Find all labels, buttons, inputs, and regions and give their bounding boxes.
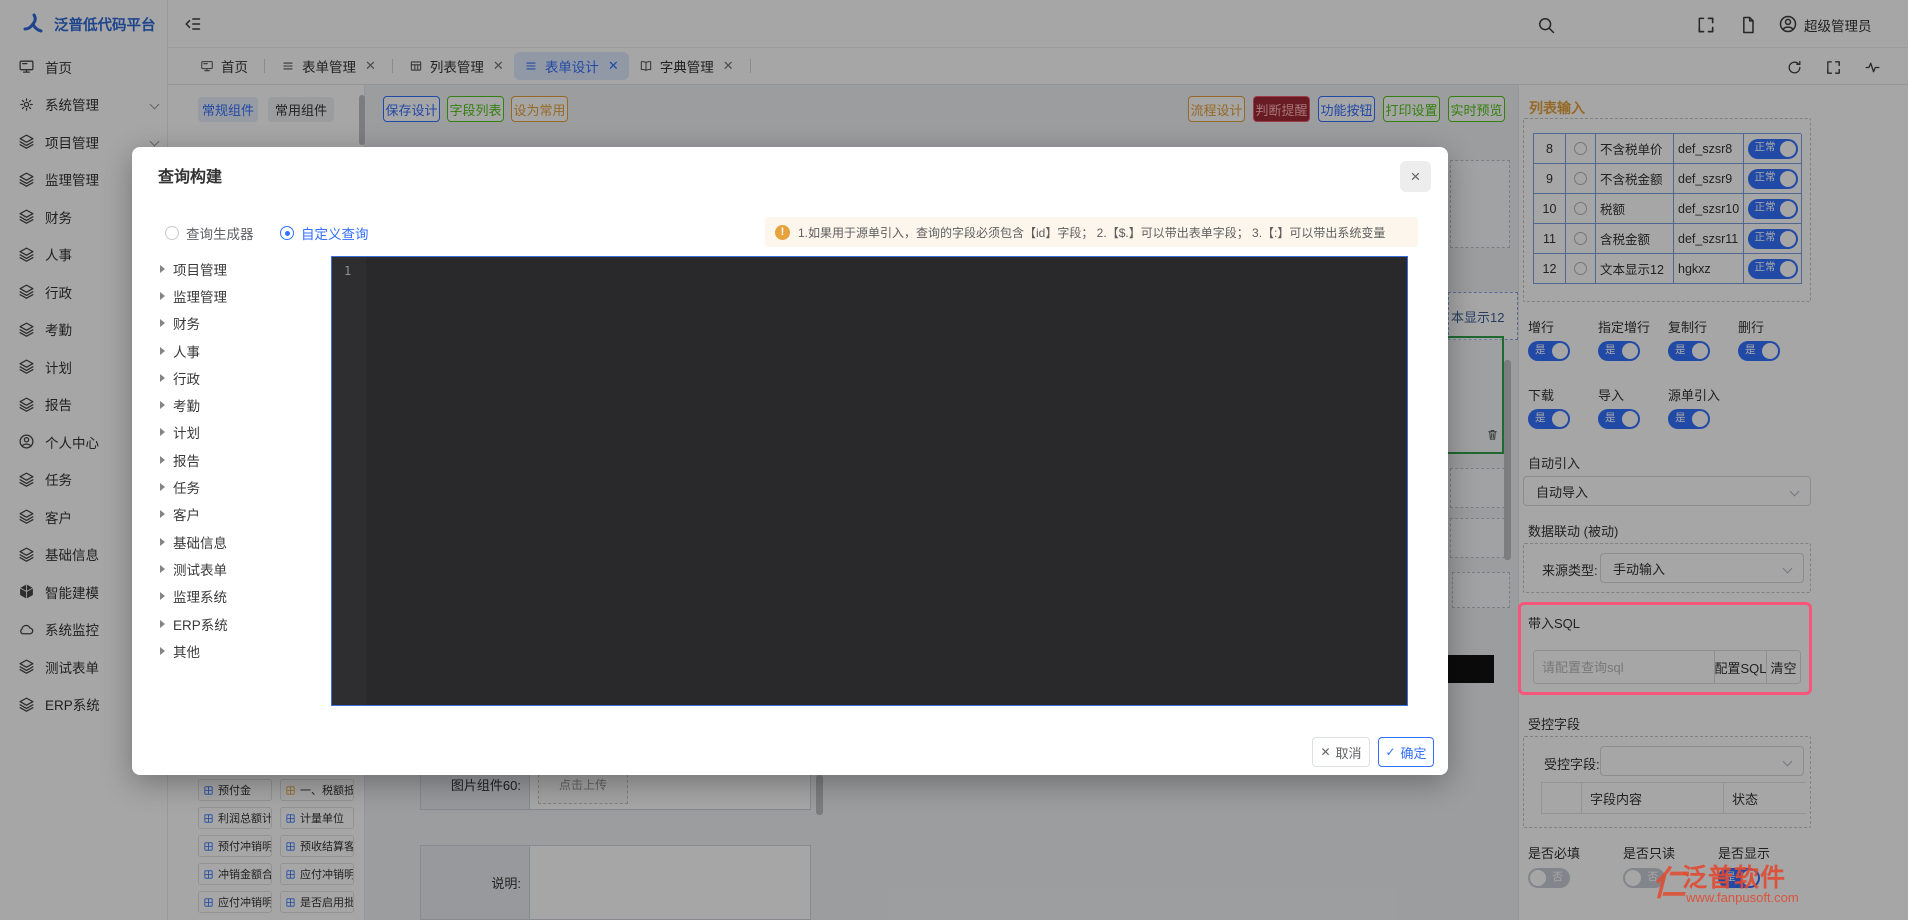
tree-node-label: 基础信息 (173, 532, 227, 552)
editor-gutter (332, 257, 366, 705)
caret-right-icon (160, 347, 165, 355)
caret-right-icon (160, 319, 165, 327)
query-builder-dialog: 查询构建 × 查询生成器 自定义查询 ! 1.如果用于源单引入，查询的字段必须包… (132, 147, 1448, 775)
tree-node-label: 监理管理 (173, 286, 227, 306)
tree-node-label: 报告 (173, 450, 200, 470)
radio-label: 自定义查询 (301, 223, 369, 243)
tree-node-项目管理[interactable]: 项目管理 (148, 255, 328, 282)
tree-node-考勤[interactable]: 考勤 (148, 391, 328, 418)
cancel-label: 取消 (1336, 743, 1362, 762)
warning-icon: ! (775, 225, 790, 240)
tree-node-label: ERP系统 (173, 614, 228, 634)
tree-node-基础信息[interactable]: 基础信息 (148, 528, 328, 555)
tree-node-label: 项目管理 (173, 259, 227, 279)
caret-right-icon (160, 565, 165, 573)
confirm-button[interactable]: ✓ 确定 (1378, 737, 1434, 767)
tree-node-label: 测试表单 (173, 559, 227, 579)
caret-right-icon (160, 374, 165, 382)
caret-right-icon (160, 456, 165, 464)
radio-query-generator[interactable]: 查询生成器 (165, 223, 254, 243)
tree-node-label: 考勤 (173, 395, 200, 415)
confirm-label: 确定 (1401, 743, 1427, 762)
tree-node-label: 行政 (173, 368, 200, 388)
tree-node-label: 客户 (173, 504, 200, 524)
caret-right-icon (160, 592, 165, 600)
tree-node-人事[interactable]: 人事 (148, 337, 328, 364)
tree-node-计划[interactable]: 计划 (148, 419, 328, 446)
tree-node-label: 任务 (173, 477, 200, 497)
tree-node-其他[interactable]: 其他 (148, 637, 328, 664)
tree-node-监理系统[interactable]: 监理系统 (148, 583, 328, 610)
tree-node-label: 监理系统 (173, 586, 227, 606)
caret-right-icon (160, 265, 165, 273)
close-icon[interactable]: × (1400, 161, 1431, 192)
caret-right-icon (160, 620, 165, 628)
tree-node-客户[interactable]: 客户 (148, 501, 328, 528)
check-icon: ✓ (1385, 745, 1395, 759)
tree-node-label: 计划 (173, 422, 200, 442)
caret-right-icon (160, 510, 165, 518)
tree-node-label: 财务 (173, 313, 200, 333)
tree-node-行政[interactable]: 行政 (148, 364, 328, 391)
cancel-button[interactable]: ✕ 取消 (1312, 737, 1370, 767)
tree-node-ERP系统[interactable]: ERP系统 (148, 610, 328, 637)
caret-right-icon (160, 483, 165, 491)
warning-banner: ! 1.如果用于源单引入，查询的字段必须包含【id】字段； 2.【$.】可以带出… (765, 217, 1418, 247)
caret-right-icon (160, 401, 165, 409)
radio-custom-query[interactable]: 自定义查询 (280, 223, 369, 243)
radio-circle-selected (280, 226, 294, 240)
tree-node-任务[interactable]: 任务 (148, 473, 328, 500)
caret-right-icon (160, 428, 165, 436)
app-root: 泛普低代码平台 首页系统管理项目管理监理管理财务人事行政考勤计划报告个人中心任务… (0, 0, 1908, 920)
dialog-title: 查询构建 (158, 163, 222, 187)
tree-node-报告[interactable]: 报告 (148, 446, 328, 473)
sql-code-editor[interactable]: 1 (331, 256, 1408, 706)
tree-node-测试表单[interactable]: 测试表单 (148, 555, 328, 582)
warning-text: 1.如果用于源单引入，查询的字段必须包含【id】字段； 2.【$.】可以带出表单… (798, 224, 1385, 241)
caret-right-icon (160, 647, 165, 655)
caret-right-icon (160, 292, 165, 300)
x-icon: ✕ (1320, 745, 1330, 759)
tree-node-label: 人事 (173, 341, 200, 361)
tree-node-财务[interactable]: 财务 (148, 310, 328, 337)
radio-circle (165, 226, 179, 240)
tree-node-监理管理[interactable]: 监理管理 (148, 282, 328, 309)
module-tree: 项目管理监理管理财务人事行政考勤计划报告任务客户基础信息测试表单监理系统 ERP系… (148, 255, 328, 715)
caret-right-icon (160, 538, 165, 546)
tree-node-label: 其他 (173, 641, 200, 661)
radio-label: 查询生成器 (186, 223, 254, 243)
editor-line-number: 1 (344, 264, 351, 278)
